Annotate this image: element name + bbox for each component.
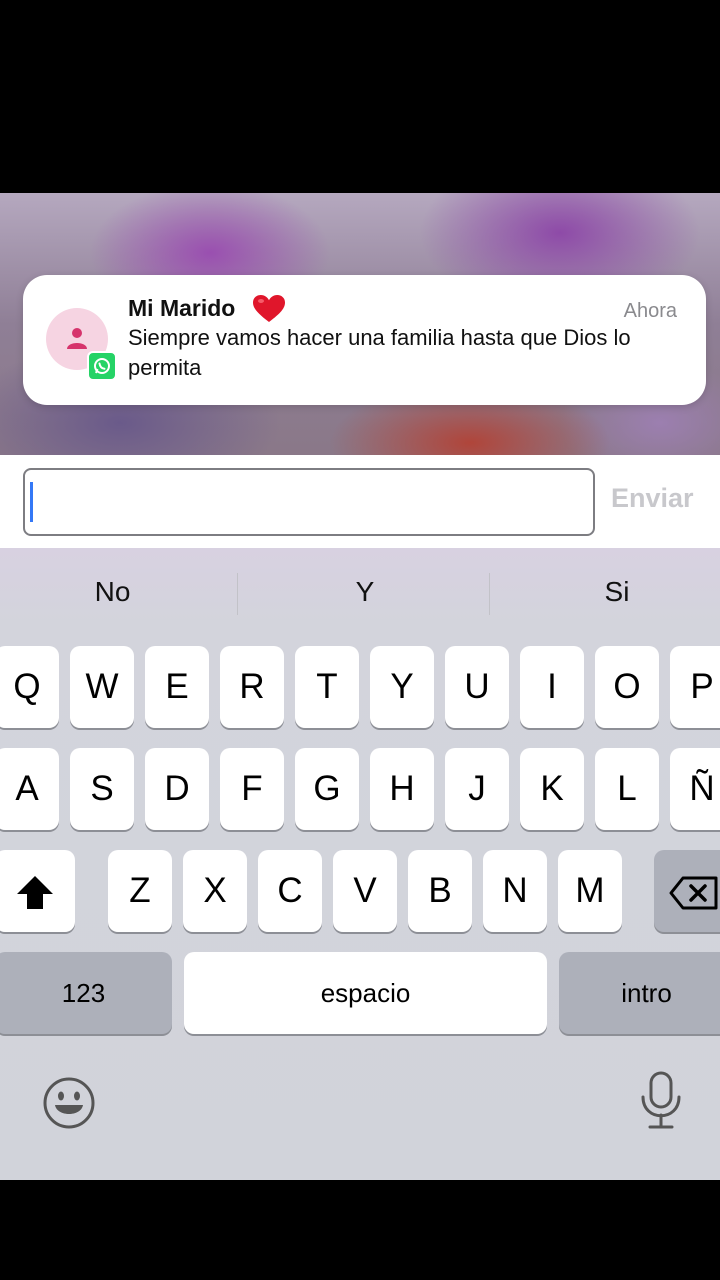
person-icon <box>67 328 87 349</box>
return-key[interactable]: intro <box>559 952 720 1034</box>
key-m[interactable]: M <box>558 850 622 932</box>
key-j[interactable]: J <box>445 748 509 830</box>
space-key[interactable]: espacio <box>184 952 547 1034</box>
notification-time: Ahora <box>623 300 677 322</box>
emoji-icon[interactable] <box>42 1076 96 1130</box>
microphone-icon[interactable] <box>638 1070 684 1132</box>
key-enye[interactable]: Ñ <box>670 748 720 830</box>
text-caret <box>30 482 33 522</box>
backspace-icon <box>669 876 718 910</box>
key-w[interactable]: W <box>70 646 134 728</box>
key-b[interactable]: B <box>408 850 472 932</box>
suggestion-divider <box>489 573 490 615</box>
shift-icon <box>17 875 53 909</box>
key-n[interactable]: N <box>483 850 547 932</box>
suggestion-divider <box>237 573 238 615</box>
notification-title: Mi Marido <box>128 295 236 321</box>
key-z[interactable]: Z <box>108 850 172 932</box>
notification-message: Siempre vamos hacer una familia hasta qu… <box>128 325 631 380</box>
suggestion-3[interactable]: Si <box>492 568 720 616</box>
key-u[interactable]: U <box>445 646 509 728</box>
whatsapp-icon <box>87 351 117 381</box>
key-t[interactable]: T <box>295 646 359 728</box>
key-e[interactable]: E <box>145 646 209 728</box>
key-k[interactable]: K <box>520 748 584 830</box>
red-heart-icon <box>253 295 285 322</box>
suggestion-1[interactable]: No <box>0 568 225 616</box>
send-button[interactable]: Enviar <box>611 483 694 514</box>
key-s[interactable]: S <box>70 748 134 830</box>
key-h[interactable]: H <box>370 748 434 830</box>
key-c[interactable]: C <box>258 850 322 932</box>
key-r[interactable]: R <box>220 646 284 728</box>
key-g[interactable]: G <box>295 748 359 830</box>
key-y[interactable]: Y <box>370 646 434 728</box>
keyboard: No Y Si Q W E R T Y U I O P A S D F G H … <box>0 548 720 1180</box>
shift-key[interactable] <box>0 850 75 932</box>
key-l[interactable]: L <box>595 748 659 830</box>
key-d[interactable]: D <box>145 748 209 830</box>
numbers-key[interactable]: 123 <box>0 952 172 1034</box>
delete-key[interactable] <box>654 850 720 932</box>
key-a[interactable]: A <box>0 748 59 830</box>
key-x[interactable]: X <box>183 850 247 932</box>
suggestion-2[interactable]: Y <box>240 568 490 616</box>
notification-banner[interactable]: Mi Marido Ahora Siempre vamos hacer una … <box>23 275 706 405</box>
key-v[interactable]: V <box>333 850 397 932</box>
screen: Mi Marido Ahora Siempre vamos hacer una … <box>0 193 720 1180</box>
reply-input[interactable] <box>23 468 595 536</box>
key-f[interactable]: F <box>220 748 284 830</box>
key-o[interactable]: O <box>595 646 659 728</box>
quick-reply-bar: Enviar <box>0 455 720 548</box>
key-p[interactable]: P <box>670 646 720 728</box>
key-i[interactable]: I <box>520 646 584 728</box>
key-q[interactable]: Q <box>0 646 59 728</box>
